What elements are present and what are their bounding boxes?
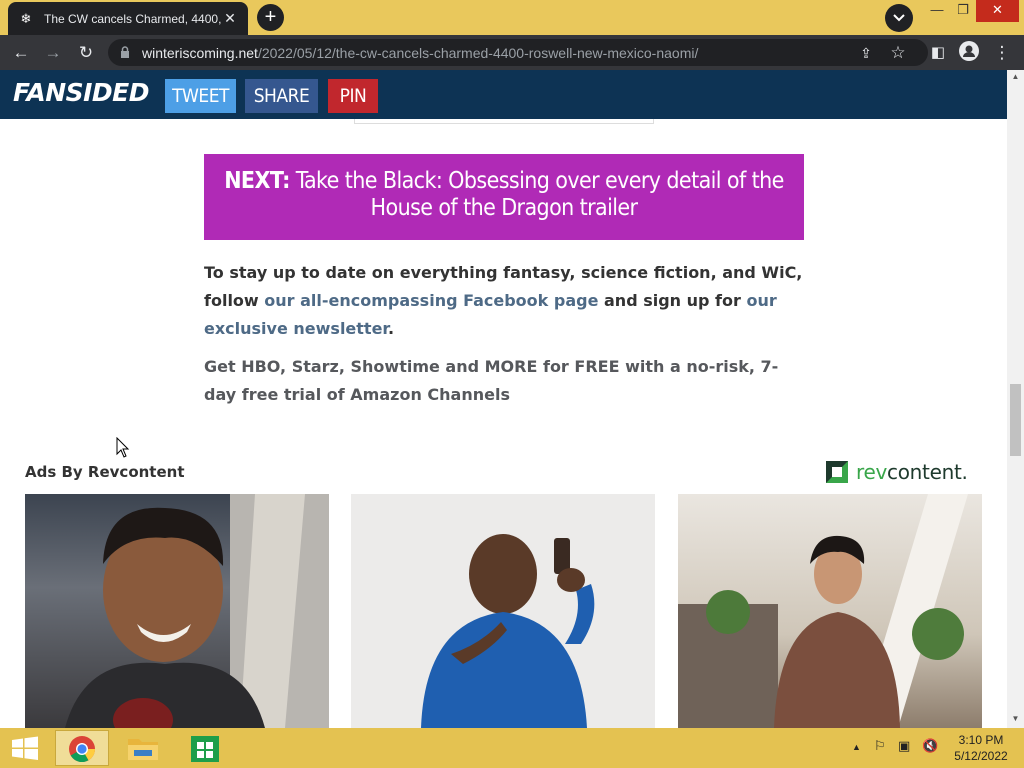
next-article-title: Take the Black: Obsessing over every det… xyxy=(295,168,785,221)
share-button[interactable]: SHARE xyxy=(245,79,318,113)
chrome-icon xyxy=(69,736,96,763)
revcontent-accent: rev xyxy=(856,460,888,484)
reload-icon[interactable]: ↻ xyxy=(74,41,98,65)
taskbar-clock[interactable]: 3:10 PM 5/12/2022 xyxy=(950,732,1012,764)
url-host: winteriscoming.net xyxy=(142,44,258,61)
lock-icon xyxy=(121,46,129,58)
bookmark-star-icon[interactable]: ☆ xyxy=(886,41,910,65)
revcontent-mark-icon xyxy=(826,461,848,483)
store-icon xyxy=(191,736,219,762)
taskbar-file-explorer[interactable] xyxy=(117,730,171,766)
browser-toolbar: ← → ↻ winteriscoming.net/2022/05/12/the-… xyxy=(0,35,1024,70)
tweet-button[interactable]: TWEET xyxy=(165,79,236,113)
next-label: NEXT: xyxy=(224,168,290,194)
restore-button[interactable]: ❐ xyxy=(948,0,978,22)
avatar xyxy=(959,41,979,61)
address-bar[interactable]: winteriscoming.net/2022/05/12/the-cw-can… xyxy=(108,39,928,66)
taskbar-chrome[interactable] xyxy=(55,730,109,766)
clock-time: 3:10 PM xyxy=(958,733,1004,747)
ad-photo-boy xyxy=(65,494,329,728)
windows-logo-icon xyxy=(12,736,38,760)
site-header: FANSIDED TWEET SHARE PIN xyxy=(0,70,1007,119)
pin-button[interactable]: PIN xyxy=(328,79,378,113)
close-tab-icon[interactable]: ✕ xyxy=(222,10,238,27)
tab-strip: ❄ The CW cancels Charmed, 4400, R ✕ + — … xyxy=(0,0,1024,35)
forward-icon[interactable]: → xyxy=(41,41,65,65)
scroll-thumb[interactable] xyxy=(1010,384,1021,456)
back-icon[interactable]: ← xyxy=(9,41,33,65)
mouse-cursor-icon xyxy=(116,437,130,458)
close-window-button[interactable]: ✕ xyxy=(976,0,1019,22)
follow-paragraph: To stay up to date on everything fantasy… xyxy=(204,259,804,343)
ad-image-man-blue-shirt[interactable] xyxy=(351,494,655,728)
signup-text: and sign up for xyxy=(598,291,747,310)
tab-title: The CW cancels Charmed, 4400, R xyxy=(44,11,222,26)
ad-photo-man xyxy=(421,534,595,728)
ad-photo-woman xyxy=(678,494,968,728)
scroll-down-arrow-icon[interactable]: ▼ xyxy=(1007,714,1024,723)
chevron-down-icon xyxy=(893,14,905,22)
amazon-channels-link[interactable]: Get HBO, Starz, Showtime and MORE for FR… xyxy=(204,357,778,404)
revcontent-logo[interactable]: revcontent. xyxy=(826,460,968,484)
taskbar-store[interactable] xyxy=(178,730,232,766)
next-article-banner[interactable]: NEXT: Take the Black: Obsessing over eve… xyxy=(204,154,804,240)
profile-icon[interactable] xyxy=(957,41,981,65)
ads-heading: Ads By Revcontent xyxy=(25,463,185,481)
amazon-channels-paragraph: Get HBO, Starz, Showtime and MORE for FR… xyxy=(204,353,804,409)
page-scrollbar[interactable]: ▲ ▼ xyxy=(1007,70,1024,728)
share-page-icon[interactable]: ⇪ xyxy=(854,41,878,65)
facebook-page-link[interactable]: our all-encompassing Facebook page xyxy=(264,291,598,310)
url-path: /2022/05/12/the-cw-cancels-charmed-4400-… xyxy=(257,44,699,61)
ad-image-boy[interactable] xyxy=(25,494,329,728)
side-panel-icon[interactable]: ◧ xyxy=(926,41,950,65)
snowflake-icon: ❄ xyxy=(20,10,32,26)
menu-icon[interactable]: ⋮ xyxy=(990,41,1014,65)
tray-expand-icon[interactable]: ▲ xyxy=(852,742,861,752)
scroll-up-arrow-icon[interactable]: ▲ xyxy=(1007,72,1024,81)
browser-tab[interactable]: ❄ The CW cancels Charmed, 4400, R ✕ xyxy=(8,2,248,35)
new-tab-button[interactable]: + xyxy=(257,4,284,31)
folder-icon xyxy=(128,739,158,760)
ad-image-woman-room[interactable] xyxy=(678,494,982,728)
network-icon[interactable]: ▣ xyxy=(898,738,910,754)
tab-search-button[interactable] xyxy=(885,4,913,32)
period-text: . xyxy=(388,319,395,338)
revcontent-word: content. xyxy=(887,460,968,484)
fansided-logo[interactable]: FANSIDED xyxy=(13,78,150,107)
clock-date: 5/12/2022 xyxy=(954,749,1008,763)
embed-box-edge xyxy=(354,119,654,124)
action-center-flag-icon[interactable]: ⚐ xyxy=(874,738,886,754)
windows-taskbar: ▲ ⚐ ▣ 🔇 3:10 PM 5/12/2022 xyxy=(0,728,1024,768)
volume-muted-icon[interactable]: 🔇 xyxy=(922,738,938,754)
start-button[interactable] xyxy=(0,728,50,768)
